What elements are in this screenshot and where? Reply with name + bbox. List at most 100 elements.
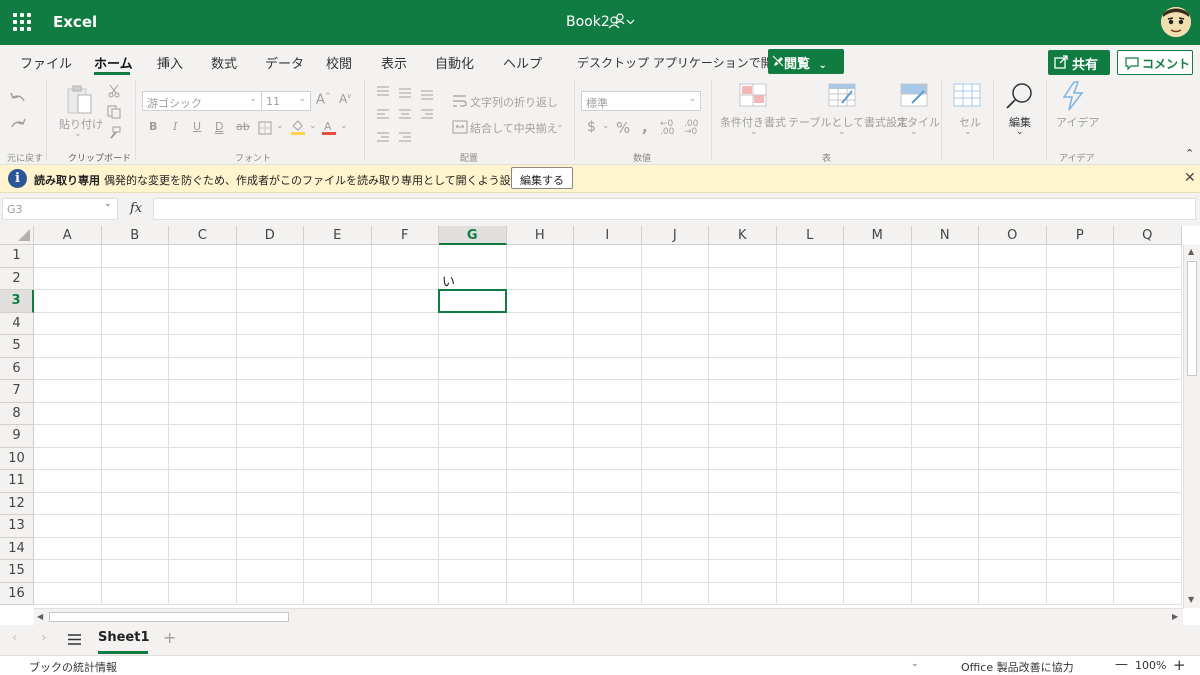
cell-d4[interactable] xyxy=(236,312,304,335)
share-button[interactable]: 共有 xyxy=(1048,50,1110,75)
cell-p15[interactable] xyxy=(1046,560,1114,583)
cell-l1[interactable] xyxy=(776,245,844,268)
cell-o15[interactable] xyxy=(979,560,1047,583)
tab-help[interactable]: ヘルプ xyxy=(503,53,542,72)
cell-k11[interactable] xyxy=(709,470,777,493)
cell-k7[interactable] xyxy=(709,380,777,403)
borders-icon[interactable] xyxy=(258,121,272,135)
format-as-table-label[interactable]: テーブルとして書式設定 xyxy=(788,114,908,130)
cell-a6[interactable] xyxy=(34,357,102,380)
font-name-select[interactable]: 游ゴシック ⌄ xyxy=(142,91,262,111)
cell-p12[interactable] xyxy=(1046,492,1114,515)
column-header-d[interactable]: D xyxy=(236,226,304,245)
row-header-6[interactable]: 6 xyxy=(0,357,34,380)
cell-k16[interactable] xyxy=(709,582,777,605)
cell-q9[interactable] xyxy=(1114,425,1182,448)
cell-a3[interactable] xyxy=(34,290,102,313)
cell-q14[interactable] xyxy=(1114,537,1182,560)
cell-f4[interactable] xyxy=(371,312,439,335)
column-header-c[interactable]: C xyxy=(169,226,237,245)
cell-a15[interactable] xyxy=(34,560,102,583)
cell-h2[interactable] xyxy=(506,267,574,290)
user-avatar[interactable] xyxy=(1161,7,1191,37)
cell-q7[interactable] xyxy=(1114,380,1182,403)
sheet-tab-sheet1[interactable]: Sheet1 xyxy=(98,630,150,645)
cell-o4[interactable] xyxy=(979,312,1047,335)
cell-c13[interactable] xyxy=(169,515,237,538)
cell-m12[interactable] xyxy=(844,492,912,515)
cell-g16[interactable] xyxy=(439,582,507,605)
cell-i7[interactable] xyxy=(574,380,642,403)
cell-d10[interactable] xyxy=(236,447,304,470)
cell-q6[interactable] xyxy=(1114,357,1182,380)
wrap-text-icon[interactable] xyxy=(452,94,468,108)
cell-p13[interactable] xyxy=(1046,515,1114,538)
scroll-left-icon[interactable]: ◀ xyxy=(37,612,43,621)
cell-p9[interactable] xyxy=(1046,425,1114,448)
cell-a9[interactable] xyxy=(34,425,102,448)
cell-c7[interactable] xyxy=(169,380,237,403)
cell-q8[interactable] xyxy=(1114,402,1182,425)
cell-j4[interactable] xyxy=(641,312,709,335)
column-header-q[interactable]: Q xyxy=(1114,226,1182,245)
cell-c2[interactable] xyxy=(169,267,237,290)
cell-b10[interactable] xyxy=(101,447,169,470)
cell-m1[interactable] xyxy=(844,245,912,268)
cell-e6[interactable] xyxy=(304,357,372,380)
cell-b9[interactable] xyxy=(101,425,169,448)
row-header-3[interactable]: 3 xyxy=(0,290,34,313)
row-header-9[interactable]: 9 xyxy=(0,425,34,448)
cell-q16[interactable] xyxy=(1114,582,1182,605)
decrease-decimal-icon[interactable]: .00 →0 xyxy=(684,120,698,137)
cell-j1[interactable] xyxy=(641,245,709,268)
row-header-5[interactable]: 5 xyxy=(0,335,34,358)
cell-i16[interactable] xyxy=(574,582,642,605)
cell-i15[interactable] xyxy=(574,560,642,583)
cell-f13[interactable] xyxy=(371,515,439,538)
chevron-down-icon[interactable]: ⌄ xyxy=(838,127,846,137)
people-chevron-icon[interactable] xyxy=(608,12,636,32)
cell-j10[interactable] xyxy=(641,447,709,470)
cell-k3[interactable] xyxy=(709,290,777,313)
underline-icon[interactable]: U xyxy=(193,120,201,133)
cell-p5[interactable] xyxy=(1046,335,1114,358)
cell-m6[interactable] xyxy=(844,357,912,380)
cell-a16[interactable] xyxy=(34,582,102,605)
row-header-11[interactable]: 11 xyxy=(0,470,34,493)
tab-file[interactable]: ファイル xyxy=(20,53,72,72)
cell-e1[interactable] xyxy=(304,245,372,268)
cell-n9[interactable] xyxy=(911,425,979,448)
cell-f12[interactable] xyxy=(371,492,439,515)
cell-l10[interactable] xyxy=(776,447,844,470)
cell-a1[interactable] xyxy=(34,245,102,268)
format-as-table-icon[interactable] xyxy=(828,83,856,107)
cell-a4[interactable] xyxy=(34,312,102,335)
cell-k15[interactable] xyxy=(709,560,777,583)
column-header-o[interactable]: O xyxy=(979,226,1047,245)
cell-m13[interactable] xyxy=(844,515,912,538)
cell-d8[interactable] xyxy=(236,402,304,425)
shrink-font-icon[interactable]: Av xyxy=(339,92,351,106)
cut-icon[interactable] xyxy=(107,84,121,98)
cell-b16[interactable] xyxy=(101,582,169,605)
cell-i13[interactable] xyxy=(574,515,642,538)
paste-chevron-icon[interactable]: ⌄ xyxy=(74,129,82,139)
cell-f11[interactable] xyxy=(371,470,439,493)
cell-b12[interactable] xyxy=(101,492,169,515)
cell-d16[interactable] xyxy=(236,582,304,605)
cell-d14[interactable] xyxy=(236,537,304,560)
cell-f3[interactable] xyxy=(371,290,439,313)
cell-o10[interactable] xyxy=(979,447,1047,470)
cell-k14[interactable] xyxy=(709,537,777,560)
cell-e9[interactable] xyxy=(304,425,372,448)
cell-g9[interactable] xyxy=(439,425,507,448)
chevron-down-icon[interactable]: ⌄ xyxy=(556,120,564,130)
cell-b3[interactable] xyxy=(101,290,169,313)
cell-m10[interactable] xyxy=(844,447,912,470)
cell-g2[interactable]: い xyxy=(439,267,507,290)
cell-o7[interactable] xyxy=(979,380,1047,403)
cell-o1[interactable] xyxy=(979,245,1047,268)
cell-a2[interactable] xyxy=(34,267,102,290)
cell-c15[interactable] xyxy=(169,560,237,583)
ideas-lightning-icon[interactable] xyxy=(1060,81,1086,111)
